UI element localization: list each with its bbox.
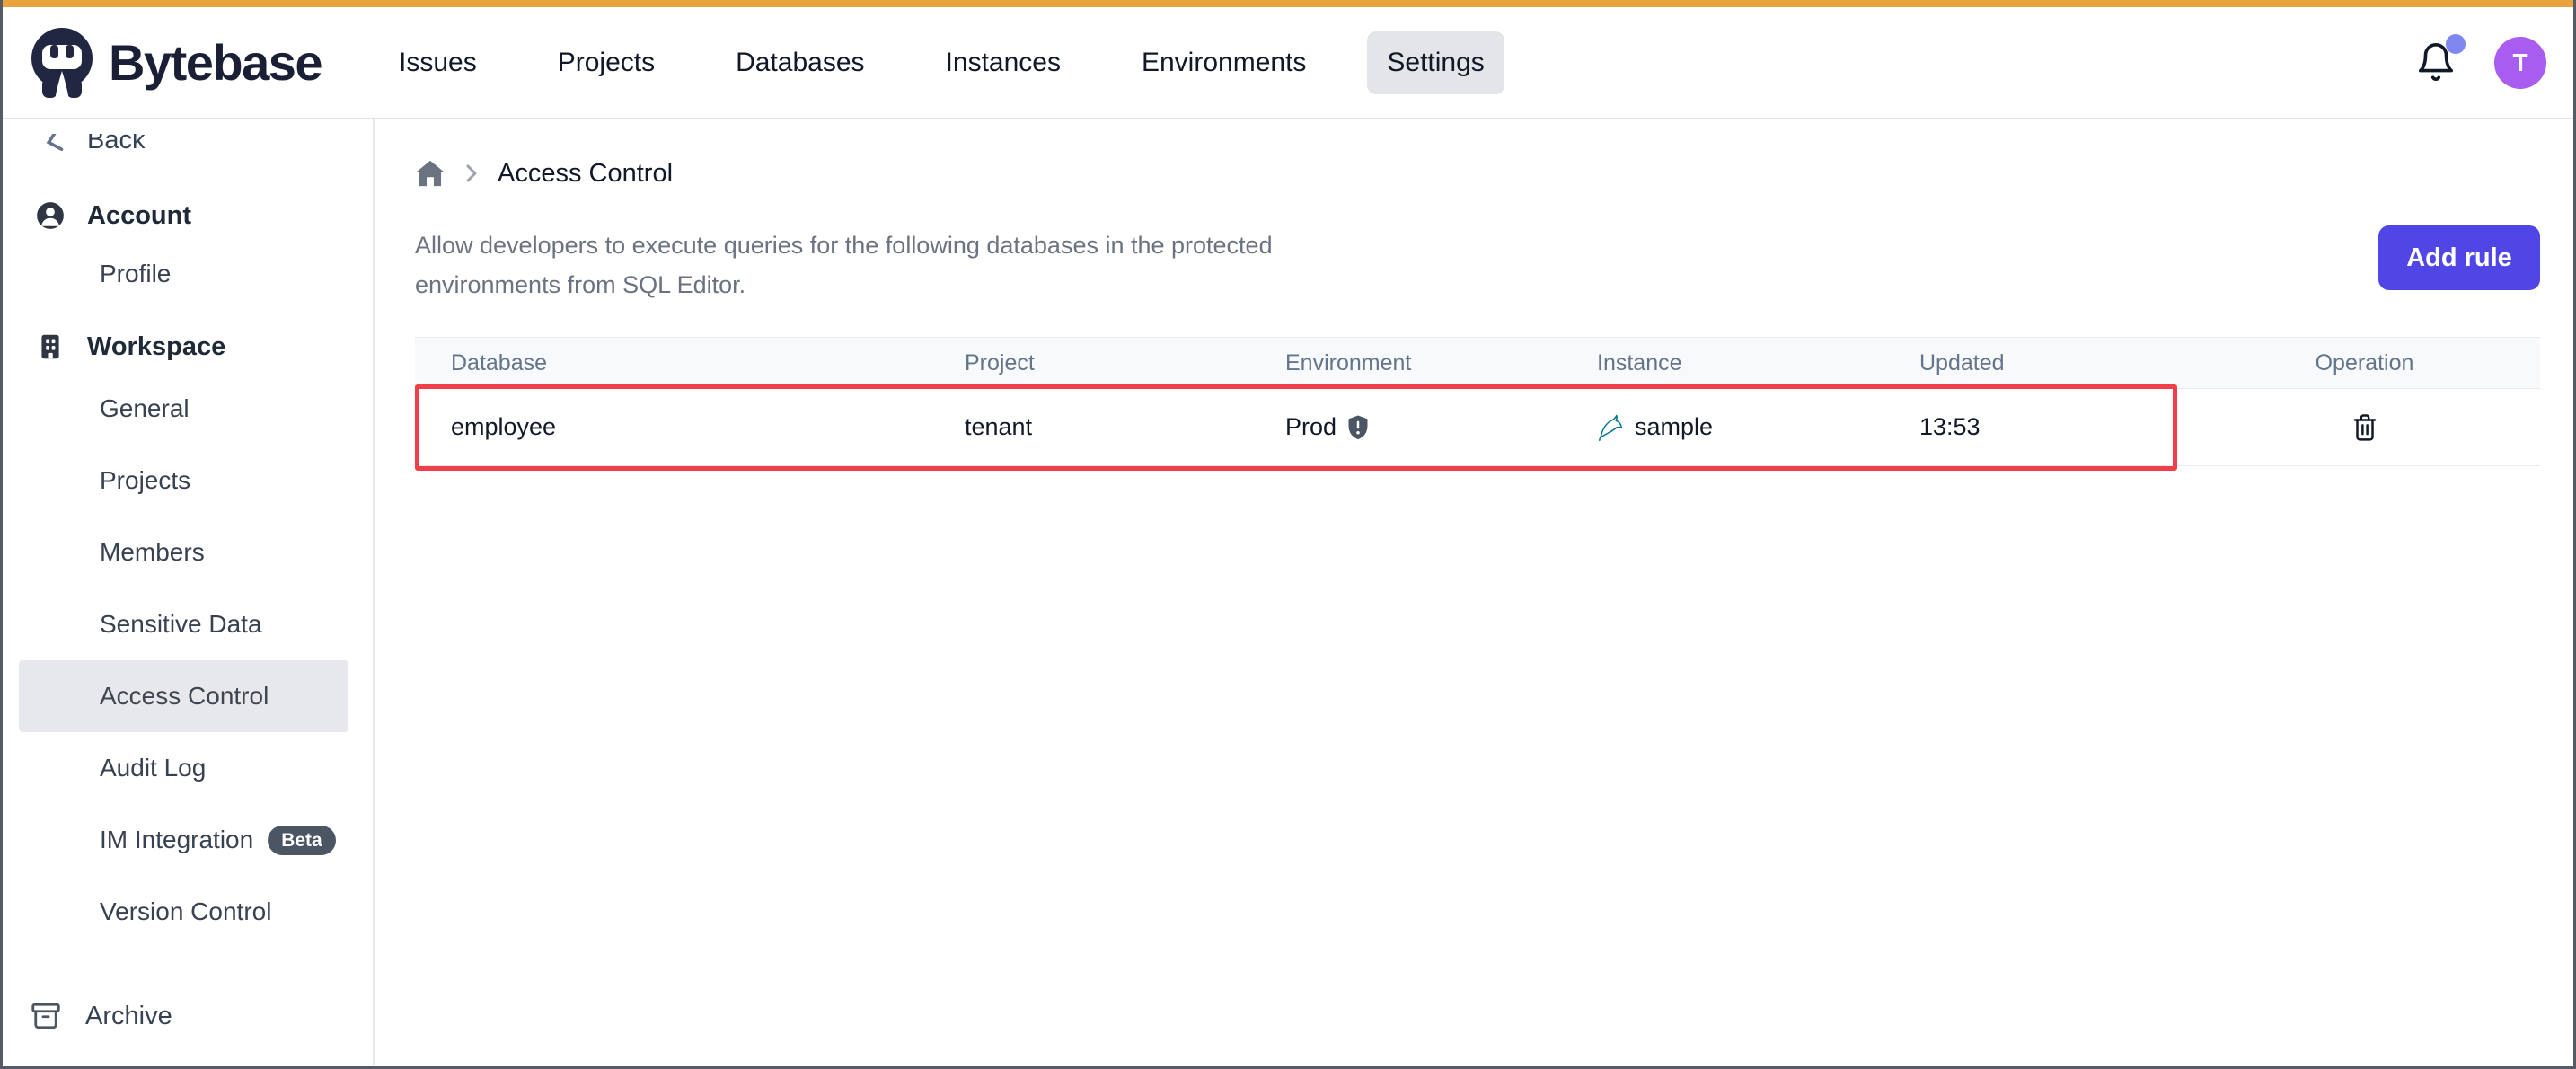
page-description: Allow developers to execute queries for … bbox=[415, 225, 1385, 305]
cell-operation bbox=[2189, 412, 2540, 443]
sidebar-item-im-integration[interactable]: IM Integration Beta bbox=[19, 804, 348, 876]
sidebar-section-account: Account bbox=[3, 190, 373, 242]
user-avatar[interactable]: T bbox=[2494, 37, 2546, 89]
table-row: employee tenant Prod bbox=[415, 389, 2540, 466]
archive-label: Archive bbox=[85, 1002, 172, 1031]
column-header-database: Database bbox=[415, 350, 965, 376]
column-header-project: Project bbox=[965, 350, 1285, 376]
sidebar-item-access-control[interactable]: Access Control bbox=[19, 660, 348, 732]
top-navbar: Bytebase Issues Projects Databases Insta… bbox=[3, 7, 2573, 119]
user-icon bbox=[35, 200, 66, 231]
brand-wordmark: Bytebase bbox=[109, 33, 322, 92]
sidebar-item-audit-log[interactable]: Audit Log bbox=[19, 732, 348, 804]
sidebar-item-profile[interactable]: Profile bbox=[19, 242, 348, 306]
column-header-instance: Instance bbox=[1597, 350, 1919, 376]
main-nav: Issues Projects Databases Instances Envi… bbox=[379, 31, 1504, 94]
notification-bell-button[interactable] bbox=[2415, 40, 2460, 86]
column-header-updated: Updated bbox=[1919, 350, 2189, 376]
table-header-row: Database Project Environment Instance Up… bbox=[415, 337, 2540, 389]
back-button[interactable]: Back bbox=[3, 134, 373, 155]
instance-name: sample bbox=[1635, 413, 1713, 441]
home-icon[interactable] bbox=[415, 159, 446, 188]
sidebar-section-workspace: Workspace bbox=[3, 321, 373, 373]
cell-database: employee bbox=[415, 413, 965, 441]
breadcrumb-current: Access Control bbox=[498, 159, 673, 189]
add-rule-button[interactable]: Add rule bbox=[2378, 225, 2540, 290]
cell-updated: 13:53 bbox=[1919, 413, 2189, 441]
cell-project: tenant bbox=[965, 413, 1285, 441]
sidebar-item-members[interactable]: Members bbox=[19, 517, 348, 588]
access-control-page: Access Control Allow developers to execu… bbox=[375, 119, 2573, 1065]
access-rules-table: Database Project Environment Instance Up… bbox=[415, 337, 2540, 466]
nav-item-projects[interactable]: Projects bbox=[538, 31, 675, 94]
archive-icon bbox=[30, 1000, 62, 1032]
sidebar-item-sensitive-data[interactable]: Sensitive Data bbox=[19, 588, 348, 660]
notification-dot bbox=[2446, 34, 2466, 54]
bytebase-logo-icon bbox=[30, 24, 94, 102]
app-window: Bytebase Issues Projects Databases Insta… bbox=[0, 0, 2576, 1069]
cell-environment: Prod bbox=[1285, 413, 1597, 441]
nav-item-databases[interactable]: Databases bbox=[716, 31, 884, 94]
back-row-clip: Back bbox=[3, 134, 373, 173]
chevron-left-icon bbox=[44, 134, 64, 155]
trash-icon bbox=[2351, 412, 2379, 443]
breadcrumb: Access Control bbox=[415, 157, 2540, 190]
sidebar-item-archive[interactable]: Archive bbox=[3, 987, 373, 1045]
breadcrumb-chevron-icon bbox=[463, 162, 480, 185]
nav-item-instances[interactable]: Instances bbox=[926, 31, 1081, 94]
nav-item-settings[interactable]: Settings bbox=[1367, 31, 1504, 94]
back-label: Back bbox=[87, 134, 145, 155]
sidebar-item-general[interactable]: General bbox=[19, 373, 348, 445]
building-icon bbox=[35, 331, 66, 362]
settings-sidebar: Back Account Profile bbox=[3, 119, 375, 1065]
column-header-operation: Operation bbox=[2189, 350, 2540, 376]
shield-alert-icon bbox=[1345, 414, 1371, 441]
sidebar-section-label: Account bbox=[87, 201, 191, 231]
mysql-icon bbox=[1597, 413, 1626, 442]
delete-rule-button[interactable] bbox=[2351, 412, 2379, 443]
cell-instance: sample bbox=[1597, 413, 1919, 442]
sidebar-item-label: IM Integration bbox=[100, 826, 253, 854]
environment-name: Prod bbox=[1285, 413, 1337, 441]
top-accent-bar bbox=[3, 0, 2573, 7]
brand-logo[interactable]: Bytebase bbox=[30, 24, 322, 102]
nav-item-environments[interactable]: Environments bbox=[1122, 31, 1326, 94]
nav-item-issues[interactable]: Issues bbox=[379, 31, 497, 94]
column-header-environment: Environment bbox=[1285, 350, 1597, 376]
sidebar-item-projects[interactable]: Projects bbox=[19, 445, 348, 517]
sidebar-item-version-control[interactable]: Version Control bbox=[19, 876, 348, 948]
sidebar-section-label: Workspace bbox=[87, 332, 225, 362]
topbar-right: T bbox=[2415, 37, 2546, 89]
beta-badge: Beta bbox=[268, 826, 336, 855]
